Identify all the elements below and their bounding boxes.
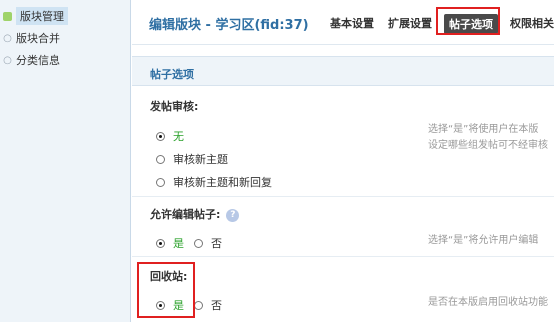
allow-edit-options: 是 否 xyxy=(156,235,232,251)
allow-edit-label-text: 允许编辑帖子: xyxy=(150,208,221,221)
audit-option-new-threads[interactable]: 审核新主题 xyxy=(156,151,228,167)
audit-label: 发帖审核: xyxy=(150,100,199,113)
sidebar-item-label: 版块管理 xyxy=(16,7,68,25)
option-label: 否 xyxy=(211,237,222,250)
description-line: 选择“是”将使用户在本版 xyxy=(428,124,539,135)
audit-description: 选择“是”将使用户在本版 设定哪些组发帖可不经审核 xyxy=(428,122,548,154)
option-label: 否 xyxy=(211,299,222,312)
audit-option-threads-replies[interactable]: 审核新主题和新回复 xyxy=(156,174,272,190)
allow-edit-option-yes[interactable]: 是 xyxy=(156,235,184,251)
option-label: 是 xyxy=(173,237,184,250)
sidebar-item-forum-manage[interactable]: 版块管理 xyxy=(3,7,68,25)
radio-button[interactable] xyxy=(156,238,165,248)
recycle-bin-option-no[interactable]: 否 xyxy=(194,297,222,313)
recycle-bin-description: 是否在本版启用回收站功能 xyxy=(428,297,548,308)
tab-extended-settings[interactable]: 扩展设置 xyxy=(386,14,434,34)
allow-edit-description: 选择“是”将允许用户编辑 xyxy=(428,235,539,246)
description-line: 设定哪些组发帖可不经审核 xyxy=(428,140,548,151)
divider xyxy=(132,196,554,197)
radio-button[interactable] xyxy=(194,300,203,310)
bullet-icon: ○ xyxy=(3,54,12,66)
tab-permissions[interactable]: 权限相关 xyxy=(508,14,554,34)
main-panel: 编辑版块 - 学习区(fid:37) 基本设置 扩展设置 帖子选项 权限相关 帖… xyxy=(132,0,554,322)
sidebar-item-forum-merge[interactable]: ○ 版块合并 xyxy=(3,30,60,46)
highlight-box-recycle-bin xyxy=(137,262,195,318)
tab-basic-settings[interactable]: 基本设置 xyxy=(328,14,376,34)
option-label: 审核新主题和新回复 xyxy=(173,176,272,189)
active-marker-icon xyxy=(3,11,12,21)
help-icon[interactable]: ? xyxy=(226,208,240,222)
divider xyxy=(132,256,554,257)
radio-button[interactable] xyxy=(156,131,165,141)
sidebar-item-label: 版块合并 xyxy=(16,32,60,45)
radio-button[interactable] xyxy=(156,177,165,187)
sidebar-item-category-info[interactable]: ○ 分类信息 xyxy=(3,52,60,68)
radio-button[interactable] xyxy=(156,154,165,164)
page-title: 编辑版块 - 学习区(fid:37) xyxy=(149,18,309,33)
allow-edit-label: 允许编辑帖子:? xyxy=(150,206,240,222)
sidebar-item-label: 分类信息 xyxy=(16,54,60,67)
allow-edit-option-no[interactable]: 否 xyxy=(194,235,222,251)
option-label: 无 xyxy=(173,130,184,143)
radio-button[interactable] xyxy=(194,238,203,248)
section-title: 帖子选项 xyxy=(150,68,194,81)
highlight-box-tab xyxy=(436,7,500,35)
bullet-icon: ○ xyxy=(3,32,12,44)
option-label: 审核新主题 xyxy=(173,153,228,166)
sidebar: 版块管理 ○ 版块合并 ○ 分类信息 xyxy=(0,0,131,322)
audit-option-none[interactable]: 无 xyxy=(156,128,184,144)
section-header: 帖子选项 xyxy=(132,56,554,86)
